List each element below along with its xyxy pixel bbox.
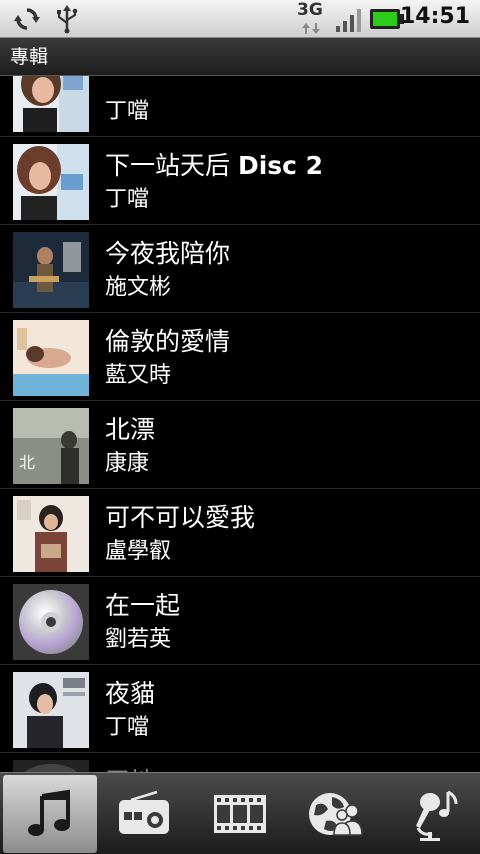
- album-title: 可不可以愛我: [105, 503, 256, 532]
- network-3g-icon: 3G: [297, 0, 323, 20]
- tab-video[interactable]: [193, 775, 287, 853]
- album-title: 夜貓: [105, 679, 156, 708]
- status-bar: 3G 14:51: [0, 0, 480, 38]
- tab-community[interactable]: [289, 775, 383, 853]
- tab-radio[interactable]: [97, 775, 191, 853]
- album-title: 倫敦的愛情: [105, 327, 231, 356]
- artist-name: 劉若英: [105, 627, 172, 652]
- globe-people-icon: [309, 793, 363, 836]
- bottom-tab-bar: [0, 772, 480, 854]
- artist-name: 施文彬: [105, 275, 172, 300]
- signal-icon: [336, 9, 361, 32]
- sync-icon: [14, 8, 40, 30]
- page-title: 專輯: [0, 38, 480, 76]
- artist-name: 盧學叡: [105, 539, 172, 564]
- data-activity-icon: [302, 23, 320, 34]
- cd-icon: [13, 584, 89, 660]
- clock: 14:51: [399, 4, 470, 29]
- list-item[interactable]: 丁噹: [0, 76, 480, 137]
- music-note-icon: [28, 789, 70, 836]
- list-item[interactable]: 今夜我陪你 施文彬: [0, 225, 480, 313]
- album-art: [13, 320, 89, 396]
- album-art: [13, 496, 89, 572]
- album-title: 天地: [105, 762, 155, 772]
- tab-karaoke[interactable]: [385, 775, 479, 853]
- list-item[interactable]: 在一起 劉若英: [0, 577, 480, 665]
- list-item[interactable]: 北 北漂 康康: [0, 401, 480, 489]
- tab-music[interactable]: [3, 775, 97, 853]
- album-art: [13, 760, 89, 772]
- album-art: [13, 232, 89, 308]
- radio-icon: [119, 790, 169, 834]
- album-title: 下一站天后 Disc 2: [105, 151, 324, 180]
- artist-name: 藍又時: [105, 363, 172, 388]
- microphone-icon: [416, 790, 458, 841]
- list-item[interactable]: 下一站天后 Disc 2 丁噹: [0, 137, 480, 225]
- album-art: [13, 76, 89, 132]
- list-item[interactable]: 夜貓 丁噹: [0, 665, 480, 753]
- album-title: 在一起: [105, 591, 181, 620]
- film-icon: [214, 795, 266, 833]
- album-title: 北漂: [105, 415, 156, 444]
- list-item[interactable]: 天地: [0, 753, 480, 772]
- album-list[interactable]: 丁噹 下一站天后 Disc 2 丁噹 今夜我陪你 施文彬 倫敦的愛情 藍又時 北…: [0, 76, 480, 772]
- album-art: [13, 672, 89, 748]
- svg-text:北: 北: [19, 453, 35, 472]
- album-title: 今夜我陪你: [105, 239, 231, 268]
- album-art: [13, 584, 89, 660]
- album-art: [13, 144, 89, 220]
- artist-name: 丁噹: [105, 715, 150, 740]
- artist-name: 丁噹: [105, 187, 150, 212]
- list-item[interactable]: 可不可以愛我 盧學叡: [0, 489, 480, 577]
- list-item[interactable]: 倫敦的愛情 藍又時: [0, 313, 480, 401]
- artist-name: 康康: [105, 451, 150, 476]
- artist-name: 丁噹: [105, 99, 150, 124]
- usb-icon: [57, 5, 78, 34]
- album-art: 北: [13, 408, 89, 484]
